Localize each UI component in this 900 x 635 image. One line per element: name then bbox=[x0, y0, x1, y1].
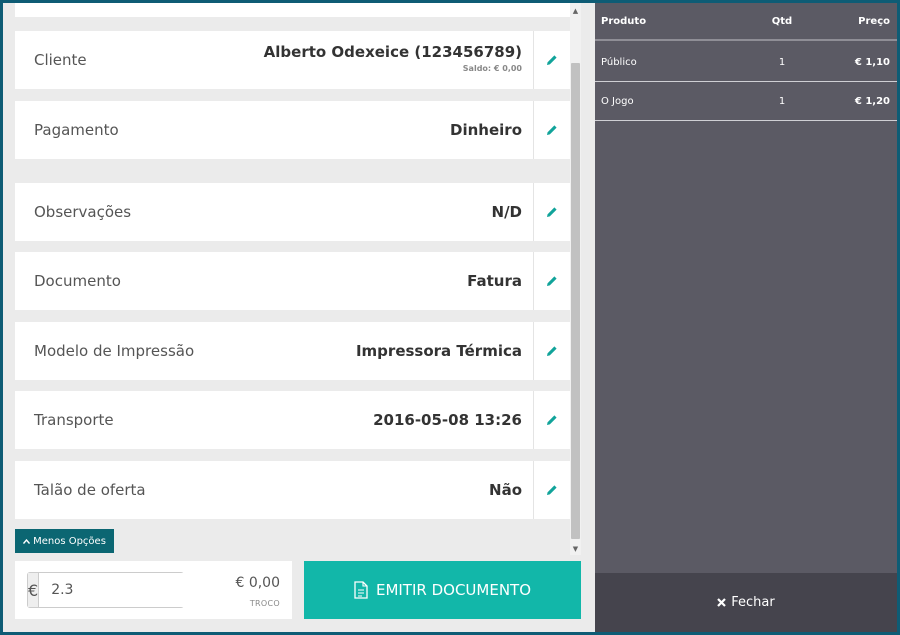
row-label: Transporte bbox=[34, 411, 114, 429]
row-value: Fatura bbox=[467, 272, 522, 290]
emit-document-button[interactable]: EMITIR DOCUMENTO bbox=[304, 561, 581, 619]
row-label: Cliente bbox=[34, 51, 87, 69]
close-label: Fechar bbox=[731, 595, 775, 610]
client-name: Alberto Odexeice (123456789) bbox=[263, 43, 522, 61]
edit-pagamento-button[interactable] bbox=[533, 101, 570, 159]
change-value: € 0,00 bbox=[235, 575, 280, 591]
client-balance: Saldo: € 0,00 bbox=[462, 64, 522, 73]
row-modelo-impressao[interactable]: Modelo de Impressão Impressora Térmica bbox=[15, 322, 570, 380]
close-button[interactable]: Fechar bbox=[595, 573, 897, 632]
edit-talao-oferta-button[interactable] bbox=[533, 461, 570, 519]
pencil-icon bbox=[547, 346, 557, 356]
scroll-down-arrow-icon[interactable]: ▼ bbox=[570, 543, 581, 555]
products-panel: Produto Qtd Preço Público 1 € 1,10 O Jog… bbox=[595, 3, 897, 632]
close-icon bbox=[717, 598, 727, 607]
amount-received-input[interactable] bbox=[39, 573, 226, 607]
header-product: Produto bbox=[601, 15, 647, 27]
row-observacoes[interactable]: Observações N/D bbox=[15, 183, 570, 241]
document-icon bbox=[354, 581, 368, 599]
row-value: N/D bbox=[491, 203, 522, 221]
edit-modelo-impressao-button[interactable] bbox=[533, 322, 570, 380]
table-row[interactable]: O Jogo 1 € 1,20 bbox=[595, 82, 897, 121]
app-frame: Cliente Alberto Odexeice (123456789) Sal… bbox=[3, 3, 897, 632]
header-price: Preço bbox=[858, 15, 890, 27]
chevron-up-icon bbox=[23, 538, 31, 544]
product-qty: 1 bbox=[778, 56, 786, 68]
product-name: O Jogo bbox=[601, 95, 634, 107]
row-value: Alberto Odexeice (123456789) Saldo: € 0,… bbox=[264, 43, 522, 73]
products-table-header: Produto Qtd Preço bbox=[595, 3, 897, 41]
scroll-up-arrow-icon[interactable]: ▲ bbox=[570, 5, 581, 17]
pencil-icon bbox=[547, 276, 557, 286]
row-cliente[interactable]: Cliente Alberto Odexeice (123456789) Sal… bbox=[15, 31, 570, 89]
row-cut-off bbox=[15, 3, 570, 17]
pencil-icon bbox=[547, 207, 557, 217]
row-value: Dinheiro bbox=[450, 121, 522, 139]
edit-observacoes-button[interactable] bbox=[533, 183, 570, 241]
row-value: Impressora Térmica bbox=[355, 342, 522, 360]
edit-transporte-button[interactable] bbox=[533, 391, 570, 449]
row-talao-oferta[interactable]: Talão de oferta Não bbox=[15, 461, 570, 519]
edit-documento-button[interactable] bbox=[533, 252, 570, 310]
row-value: Não bbox=[489, 481, 522, 499]
vertical-scrollbar[interactable]: ▲ ▼ bbox=[570, 3, 581, 555]
product-name: Público bbox=[601, 56, 637, 68]
row-label: Pagamento bbox=[34, 121, 119, 139]
row-pagamento[interactable]: Pagamento Dinheiro bbox=[15, 101, 570, 159]
pencil-icon bbox=[547, 415, 557, 425]
options-panel: Cliente Alberto Odexeice (123456789) Sal… bbox=[3, 3, 593, 632]
pencil-icon bbox=[547, 485, 557, 495]
row-label: Talão de oferta bbox=[34, 481, 146, 499]
row-label: Modelo de Impressão bbox=[34, 342, 195, 360]
change-label: TROCO bbox=[249, 599, 280, 608]
table-row[interactable]: Público 1 € 1,10 bbox=[595, 43, 897, 82]
row-label: Observações bbox=[34, 203, 132, 221]
pencil-icon bbox=[547, 55, 557, 65]
euro-addon: € bbox=[28, 573, 40, 607]
pencil-icon bbox=[547, 125, 557, 135]
less-options-button[interactable]: Menos Opções bbox=[15, 529, 114, 553]
row-documento[interactable]: Documento Fatura bbox=[15, 252, 570, 310]
row-transporte[interactable]: Transporte 2016-05-08 13:26 bbox=[15, 391, 570, 449]
product-price: € 1,10 bbox=[854, 56, 890, 68]
amount-input-group: € bbox=[27, 572, 226, 608]
product-qty: 1 bbox=[778, 95, 786, 107]
row-value: 2016-05-08 13:26 bbox=[373, 411, 522, 429]
less-options-label: Menos Opções bbox=[33, 535, 106, 547]
scrollbar-thumb[interactable] bbox=[571, 63, 580, 539]
product-price: € 1,20 bbox=[854, 95, 890, 107]
header-qty: Qtd bbox=[771, 15, 793, 27]
edit-cliente-button[interactable] bbox=[533, 31, 570, 89]
payment-box: € € 0,00 TROCO bbox=[15, 561, 292, 619]
row-label: Documento bbox=[34, 272, 121, 290]
emit-document-label: EMITIR DOCUMENTO bbox=[375, 581, 532, 599]
